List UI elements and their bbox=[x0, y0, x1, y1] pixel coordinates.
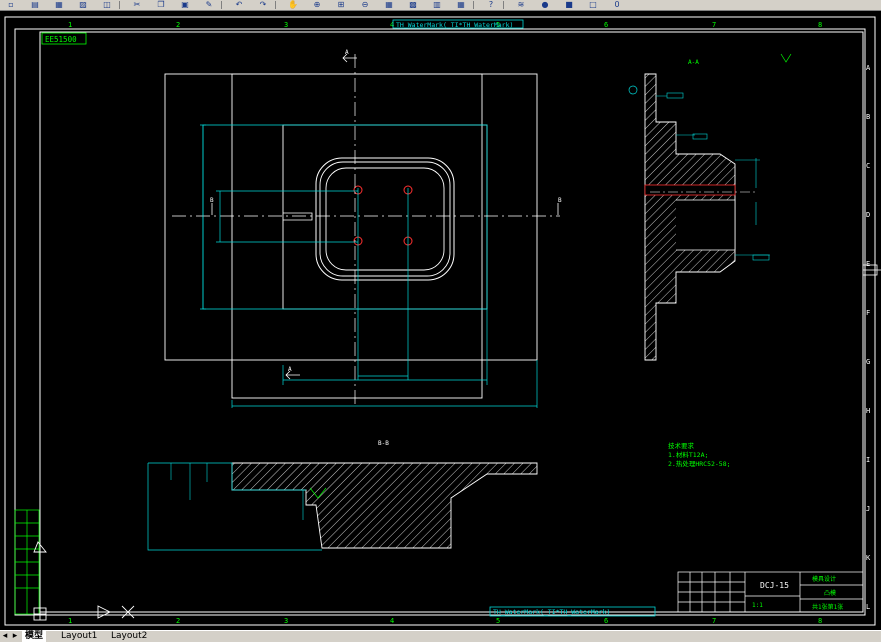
section-bb-label: B-B bbox=[378, 440, 389, 447]
row-label: I bbox=[866, 456, 870, 464]
notes-line-1: 1.材料T12A; bbox=[668, 450, 708, 459]
row-labels: A B C D E F G H I J K L bbox=[866, 64, 871, 611]
row-label: K bbox=[866, 554, 871, 562]
row-label: F bbox=[866, 309, 870, 317]
paste-icon[interactable]: ▣ bbox=[178, 0, 192, 9]
toolbar-separator bbox=[119, 1, 120, 9]
section-mark-a-bottom: A bbox=[288, 366, 292, 373]
section-aa-view[interactable] bbox=[628, 53, 792, 361]
notes-title: 技术要求 bbox=[668, 441, 695, 450]
column-label: 3 bbox=[284, 21, 288, 29]
toolbar-separator bbox=[473, 1, 474, 9]
column-label: 4 bbox=[390, 617, 394, 625]
row-label: C bbox=[866, 162, 870, 170]
tab-model[interactable]: 模型 bbox=[22, 631, 47, 642]
row-label: J bbox=[866, 505, 870, 513]
column-label: 5 bbox=[496, 617, 500, 625]
column-label: 1 bbox=[68, 21, 72, 29]
layer-lock-icon[interactable]: □ bbox=[586, 0, 600, 9]
row-label: A bbox=[866, 64, 871, 72]
layer-name-icon[interactable]: 0 bbox=[610, 0, 624, 9]
toolbar-separator bbox=[503, 1, 504, 9]
toolbar-separator bbox=[221, 1, 222, 9]
plan-view[interactable] bbox=[164, 53, 560, 408]
company-name: 模具设计 bbox=[812, 575, 836, 583]
print-icon[interactable]: ▨ bbox=[76, 0, 90, 9]
undo-icon[interactable]: ↶ bbox=[232, 0, 246, 9]
row-label: D bbox=[866, 211, 870, 219]
tab-next-arrow-icon[interactable]: ▸ bbox=[10, 631, 20, 642]
layer-icon[interactable]: ≋ bbox=[514, 0, 528, 9]
ucs-icon bbox=[33, 541, 135, 621]
matchprop-icon[interactable]: ✎ bbox=[202, 0, 216, 9]
row-label: E bbox=[866, 260, 870, 268]
toolpalette-icon[interactable]: ▥ bbox=[430, 0, 444, 9]
doc-code: EE51500 bbox=[45, 35, 77, 44]
drawing-canvas[interactable]: 1 2 3 4 5 6 7 8 1 2 3 4 5 6 7 8 A B C D E F G H I J K L TH_WaterM… bbox=[0, 10, 881, 630]
section-mark-b-left: B bbox=[210, 197, 214, 204]
copy-icon[interactable]: ❐ bbox=[154, 0, 168, 9]
designcenter-icon[interactable]: ▩ bbox=[406, 0, 420, 9]
column-label: 2 bbox=[176, 21, 180, 29]
section-mark-b-right: B bbox=[558, 197, 562, 204]
tab-layout1[interactable]: Layout1 bbox=[58, 631, 100, 642]
zoom-previous-icon[interactable]: ⊖ bbox=[358, 0, 372, 9]
layout-tab-bar: ◂ ▸ 模型 Layout1 Layout2 bbox=[0, 630, 881, 642]
left-revision-strip bbox=[14, 509, 40, 615]
watermark-top: TH_WaterMark(_TI*TH_WaterMark) bbox=[396, 21, 513, 29]
tab-first-arrow-icon[interactable]: ◂ bbox=[0, 631, 10, 642]
row-label: G bbox=[866, 358, 870, 366]
column-label: 1 bbox=[68, 617, 72, 625]
open-icon[interactable]: ▤ bbox=[28, 0, 42, 9]
redo-icon[interactable]: ↷ bbox=[256, 0, 270, 9]
watermark-bottom: TH_WaterMark(_TI*TH_WaterMark) bbox=[493, 608, 610, 616]
part-number: DCJ-15 bbox=[760, 581, 789, 590]
pan-icon[interactable]: ✋ bbox=[286, 0, 300, 9]
column-labels-bottom: 1 2 3 4 5 6 7 8 bbox=[68, 617, 822, 625]
layer-color-icon[interactable]: ■ bbox=[562, 0, 576, 9]
cut-icon[interactable]: ✂ bbox=[130, 0, 144, 9]
sheet-count: 共1张第1张 bbox=[812, 603, 843, 611]
new-icon[interactable]: ▫ bbox=[4, 0, 18, 9]
row-label: H bbox=[866, 407, 870, 415]
sheet-scale: 1:1 bbox=[752, 602, 763, 609]
section-bb-view[interactable] bbox=[147, 462, 538, 551]
drawing-frame bbox=[39, 31, 864, 613]
column-label: 7 bbox=[712, 21, 716, 29]
column-label: 7 bbox=[712, 617, 716, 625]
column-label: 8 bbox=[818, 617, 822, 625]
zoom-realtime-icon[interactable]: ⊕ bbox=[310, 0, 324, 9]
column-label: 8 bbox=[818, 21, 822, 29]
section-mark-a-top: A bbox=[345, 49, 349, 56]
toolbar-separator bbox=[275, 1, 276, 9]
notes-line-2: 2.热处理HRC52-58; bbox=[668, 459, 731, 468]
part-name: 凸模 bbox=[824, 589, 836, 597]
layer-state-icon[interactable]: ● bbox=[538, 0, 552, 9]
calculator-icon[interactable]: ▦ bbox=[454, 0, 468, 9]
column-label: 6 bbox=[604, 617, 608, 625]
row-label: L bbox=[866, 603, 870, 611]
save-icon[interactable]: ▦ bbox=[52, 0, 66, 9]
help-icon[interactable]: ? bbox=[484, 0, 498, 9]
section-aa-label: A-A bbox=[688, 59, 699, 66]
column-label: 3 bbox=[284, 617, 288, 625]
column-label: 6 bbox=[604, 21, 608, 29]
row-label: B bbox=[866, 113, 870, 121]
column-label: 2 bbox=[176, 617, 180, 625]
zoom-window-icon[interactable]: ⊞ bbox=[334, 0, 348, 9]
properties-icon[interactable]: ▦ bbox=[382, 0, 396, 9]
tab-layout2[interactable]: Layout2 bbox=[108, 631, 150, 642]
preview-icon[interactable]: ◫ bbox=[100, 0, 114, 9]
